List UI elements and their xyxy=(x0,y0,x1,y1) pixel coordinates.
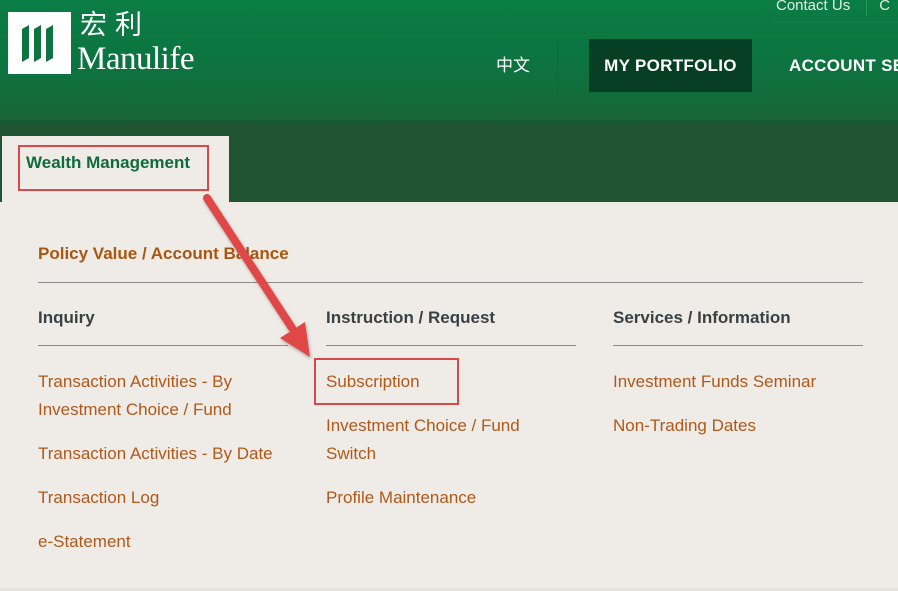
link-transaction-activities-by-fund[interactable]: Transaction Activities - By Investment C… xyxy=(38,368,268,424)
language-toggle[interactable]: 中文 xyxy=(496,55,530,77)
link-transaction-activities-by-date[interactable]: Transaction Activities - By Date xyxy=(38,440,300,468)
link-investment-funds-seminar[interactable]: Investment Funds Seminar xyxy=(613,368,875,396)
highlight-box-wealth-management xyxy=(18,145,209,191)
services-links: Investment Funds Seminar Non-Trading Dat… xyxy=(613,368,875,456)
column-divider xyxy=(613,345,863,346)
nav-divider xyxy=(557,40,558,92)
link-e-statement[interactable]: e-Statement xyxy=(38,528,300,556)
column-divider xyxy=(326,345,576,346)
nav-account-services[interactable]: ACCOUNT SE xyxy=(789,39,898,92)
utility-link-truncated[interactable]: C xyxy=(879,0,898,16)
link-transaction-log[interactable]: Transaction Log xyxy=(38,484,300,512)
policy-value-link[interactable]: Policy Value / Account Balance xyxy=(38,244,289,264)
column-heading-inquiry: Inquiry xyxy=(38,308,95,327)
highlight-box-subscription xyxy=(314,358,459,405)
column-divider xyxy=(38,345,288,346)
utility-links: Contact Us C xyxy=(776,0,898,16)
column-heading-instruction: Instruction / Request xyxy=(326,308,496,327)
logo-english-name: Manulife xyxy=(77,41,194,77)
link-non-trading-dates[interactable]: Non-Trading Dates xyxy=(613,412,875,440)
column-heading-services: Services / Information xyxy=(613,308,791,327)
manulife-logo[interactable]: 宏利 Manulife xyxy=(8,10,208,76)
manulife-logo-icon xyxy=(8,12,71,74)
link-fund-switch[interactable]: Investment Choice / Fund Switch xyxy=(326,412,536,468)
section-divider xyxy=(38,282,863,283)
utility-divider xyxy=(770,22,898,23)
nav-my-portfolio[interactable]: MY PORTFOLIO xyxy=(589,39,752,92)
link-profile-maintenance[interactable]: Profile Maintenance xyxy=(326,484,556,512)
logo-chinese-name: 宏利 xyxy=(80,10,150,41)
contact-us-link[interactable]: Contact Us xyxy=(776,0,868,16)
inquiry-links: Transaction Activities - By Investment C… xyxy=(38,368,300,572)
